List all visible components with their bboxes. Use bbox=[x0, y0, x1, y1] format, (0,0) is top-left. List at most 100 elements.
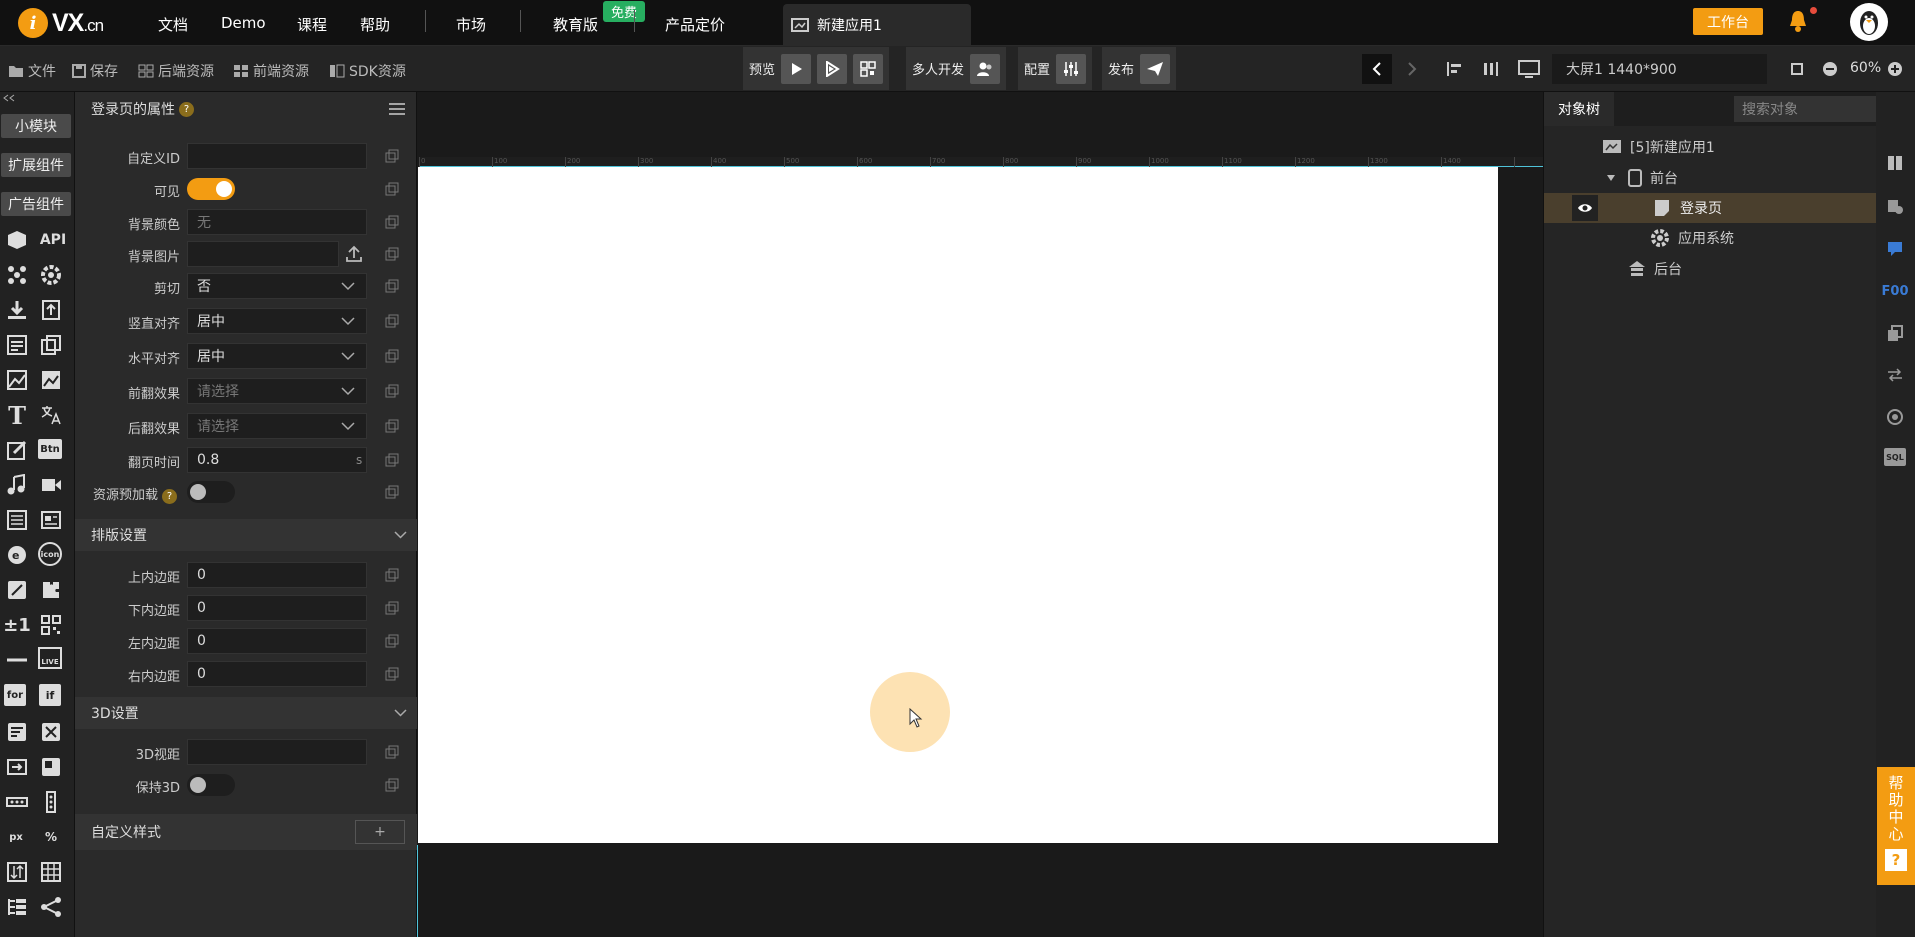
fit-screen-button[interactable] bbox=[1782, 54, 1812, 84]
copy-icon[interactable] bbox=[381, 564, 403, 586]
tab-object-tree[interactable]: 对象树 bbox=[1544, 92, 1614, 126]
copy-icon[interactable] bbox=[381, 145, 403, 167]
px-unit-icon[interactable]: px bbox=[2, 824, 30, 850]
database-icon[interactable] bbox=[1884, 406, 1906, 428]
api-icon[interactable]: API bbox=[36, 227, 70, 253]
gear-icon[interactable] bbox=[38, 262, 64, 288]
for-loop-icon[interactable]: for bbox=[4, 684, 26, 706]
cube-icon[interactable] bbox=[4, 227, 30, 253]
copy-icon[interactable] bbox=[381, 178, 403, 200]
sort-icon[interactable] bbox=[4, 859, 30, 885]
copy-icon[interactable] bbox=[381, 449, 403, 471]
nav-courses[interactable]: 课程 bbox=[297, 14, 327, 35]
collapse-icon[interactable] bbox=[2, 94, 16, 102]
save-button[interactable]: 保存 bbox=[72, 61, 118, 81]
function-icon[interactable]: F00 bbox=[1882, 280, 1909, 302]
bell-icon[interactable] bbox=[1788, 9, 1808, 33]
browser-icon[interactable]: e bbox=[4, 542, 30, 568]
sql-icon[interactable]: SQL bbox=[1884, 448, 1906, 466]
percent-icon[interactable]: % bbox=[38, 824, 64, 850]
tree-item-backend[interactable]: 后台 bbox=[1544, 254, 1877, 284]
copy-icon[interactable] bbox=[381, 741, 403, 763]
custom-id-input[interactable] bbox=[187, 143, 367, 169]
form-icon[interactable] bbox=[4, 332, 30, 358]
sdk-resources[interactable]: SDK资源 bbox=[329, 61, 406, 81]
artboard-page[interactable] bbox=[418, 167, 1498, 843]
table-icon[interactable] bbox=[38, 859, 64, 885]
copy-icon[interactable] bbox=[381, 345, 403, 367]
copy-icon[interactable] bbox=[381, 663, 403, 685]
list-edit-icon[interactable] bbox=[4, 719, 30, 745]
backend-resources[interactable]: 后端资源 bbox=[138, 61, 214, 81]
frontend-resources[interactable]: 前端资源 bbox=[233, 61, 309, 81]
copy-icon[interactable] bbox=[381, 310, 403, 332]
zoom-in-button[interactable] bbox=[1880, 54, 1910, 84]
3d-distance-input[interactable] bbox=[187, 739, 367, 765]
tree-item-frontend[interactable]: 前台 bbox=[1544, 163, 1877, 193]
config-button[interactable] bbox=[1056, 53, 1087, 84]
nav-market[interactable]: 市场 bbox=[456, 14, 486, 35]
help-icon[interactable]: ? bbox=[162, 489, 178, 504]
component-lib-icon[interactable] bbox=[1884, 196, 1906, 218]
small-module-button[interactable]: 小模块 bbox=[1, 114, 71, 138]
preview-qrcode-button[interactable] bbox=[853, 53, 884, 84]
copy-icon[interactable] bbox=[381, 774, 403, 796]
card-icon[interactable] bbox=[38, 507, 64, 533]
copy-icon[interactable] bbox=[381, 481, 403, 503]
keep-3d-toggle[interactable] bbox=[187, 774, 235, 796]
live-icon[interactable]: LIVE bbox=[38, 647, 62, 669]
screen-size-select[interactable]: 大屏1 1440*900 bbox=[1552, 54, 1767, 84]
upload-icon[interactable] bbox=[38, 297, 64, 323]
eye-icon[interactable] bbox=[1572, 195, 1598, 221]
device-button[interactable] bbox=[1515, 54, 1545, 84]
help-center-button[interactable]: 帮 助 中 心 ? bbox=[1877, 767, 1915, 885]
pad-left-input[interactable]: 0 bbox=[187, 628, 367, 654]
download-icon[interactable] bbox=[4, 297, 30, 323]
workbench-button[interactable]: 工作台 bbox=[1693, 8, 1763, 35]
zoom-out-button[interactable] bbox=[1815, 54, 1845, 84]
share-icon[interactable] bbox=[38, 894, 64, 920]
nav-education[interactable]: 教育版 bbox=[553, 14, 598, 35]
help-icon[interactable]: ? bbox=[179, 101, 194, 117]
copy-icon[interactable] bbox=[381, 597, 403, 619]
copy-icon[interactable] bbox=[381, 415, 403, 437]
button-icon[interactable]: Btn bbox=[38, 439, 62, 459]
copy-icon[interactable] bbox=[381, 275, 403, 297]
preview-play-button[interactable] bbox=[781, 53, 812, 84]
bg-image-input[interactable] bbox=[187, 241, 339, 267]
tree-item-app[interactable]: [5]新建应用1 bbox=[1544, 132, 1877, 162]
pen-tool-icon[interactable] bbox=[4, 577, 30, 603]
tree-list-icon[interactable] bbox=[4, 894, 30, 920]
nav-docs[interactable]: 文档 bbox=[158, 14, 188, 35]
dots-icon[interactable] bbox=[4, 789, 30, 815]
pad-bottom-input[interactable]: 0 bbox=[187, 595, 367, 621]
pad-right-input[interactable]: 0 bbox=[187, 661, 367, 687]
divider-icon[interactable] bbox=[4, 647, 30, 673]
back-flip-select[interactable]: 请选择 bbox=[187, 413, 367, 439]
icon-component-icon[interactable]: icon bbox=[38, 542, 62, 566]
distribute-button[interactable] bbox=[1475, 54, 1505, 84]
vertical-dots-icon[interactable] bbox=[38, 789, 64, 815]
video-icon[interactable] bbox=[38, 472, 64, 498]
3d-section-header[interactable]: 3D设置 bbox=[75, 697, 417, 729]
if-condition-icon[interactable]: if bbox=[39, 684, 61, 706]
input-icon[interactable] bbox=[4, 754, 30, 780]
caret-down-icon[interactable] bbox=[1606, 174, 1616, 182]
preview-device-button[interactable] bbox=[817, 53, 848, 84]
network-icon[interactable] bbox=[4, 262, 30, 288]
richtext-icon[interactable] bbox=[4, 507, 30, 533]
app-tab[interactable]: 新建应用1 bbox=[783, 4, 971, 46]
copy-icon[interactable] bbox=[381, 211, 403, 233]
upload-icon[interactable] bbox=[345, 245, 363, 263]
bg-color-input[interactable]: 无 bbox=[187, 209, 367, 235]
counter-icon[interactable]: ±1 bbox=[2, 612, 32, 638]
copy-icon[interactable] bbox=[381, 630, 403, 652]
flip-time-input[interactable]: 0.8 bbox=[187, 447, 367, 473]
layout-icon[interactable] bbox=[38, 754, 64, 780]
nav-pricing[interactable]: 产品定价 bbox=[665, 14, 725, 35]
transfer-icon[interactable] bbox=[1884, 364, 1906, 386]
copy-icon[interactable] bbox=[381, 243, 403, 265]
copy-icon[interactable] bbox=[1884, 322, 1906, 344]
back-button[interactable] bbox=[1362, 54, 1392, 84]
music-icon[interactable] bbox=[4, 472, 30, 498]
